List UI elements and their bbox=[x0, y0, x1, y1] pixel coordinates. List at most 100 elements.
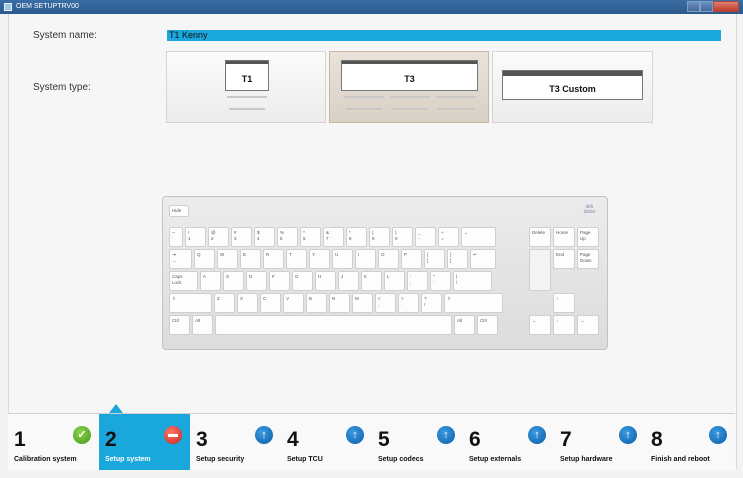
keyboard-key[interactable]: Caps Lock bbox=[169, 271, 198, 291]
keyboard-key[interactable]: ↓ bbox=[553, 315, 575, 335]
keyboard-key[interactable]: Z bbox=[214, 293, 235, 313]
check-icon: ✓ bbox=[73, 426, 91, 444]
keyboard-key[interactable]: @ 2 bbox=[208, 227, 229, 247]
step-setup-codecs[interactable]: 5 ↑ Setup codecs bbox=[372, 414, 463, 470]
keyboard-key[interactable]: Y bbox=[309, 249, 330, 269]
keyboard-key[interactable]: + = bbox=[438, 227, 459, 247]
keyboard-key[interactable]: ! 1 bbox=[185, 227, 206, 247]
keyboard-key[interactable]: U bbox=[332, 249, 353, 269]
keyboard-key[interactable]: ← bbox=[461, 227, 496, 247]
keyboard-key[interactable]: G bbox=[292, 271, 313, 291]
keyboard-key[interactable]: Alt bbox=[192, 315, 213, 335]
hide-keyboard-key[interactable]: Hide bbox=[169, 205, 189, 217]
arrow-up-icon: ↑ bbox=[619, 426, 637, 444]
arrow-up-icon: ↑ bbox=[437, 426, 455, 444]
keyboard-blank-panel bbox=[529, 249, 551, 291]
keyboard-key[interactable]: Alt bbox=[454, 315, 475, 335]
cisco-logo: ılıılı cisco bbox=[583, 204, 595, 215]
keyboard-key[interactable]: O bbox=[378, 249, 399, 269]
keyboard-key[interactable]: ⇥ → bbox=[169, 249, 192, 269]
system-type-t1[interactable]: T1 bbox=[166, 51, 326, 123]
system-name-label: System name: bbox=[33, 30, 97, 41]
keyboard-key[interactable]: ^ 6 bbox=[300, 227, 321, 247]
close-button[interactable] bbox=[713, 1, 739, 12]
keyboard-key[interactable]: B bbox=[306, 293, 327, 313]
keyboard-key[interactable]: J bbox=[338, 271, 359, 291]
setup-steps-bar: 1 ✓ Calibration system 2 Setup system 3 … bbox=[8, 413, 735, 470]
arrow-up-icon: ↑ bbox=[709, 426, 727, 444]
t3-custom-unit-illustration: T3 Custom bbox=[502, 70, 643, 100]
keyboard-key[interactable]: T bbox=[286, 249, 307, 269]
keyboard-key[interactable]: V bbox=[283, 293, 304, 313]
keyboard-key[interactable]: Page Up bbox=[577, 227, 599, 247]
keyboard-key[interactable]: ⇧ bbox=[169, 293, 212, 313]
keyboard-key[interactable]: N bbox=[329, 293, 350, 313]
keyboard-key[interactable]: | \ bbox=[453, 271, 492, 291]
keyboard-key[interactable]: Ctrl bbox=[169, 315, 190, 335]
keyboard-key[interactable]: _ - bbox=[415, 227, 436, 247]
keyboard-key[interactable]: → bbox=[577, 315, 599, 335]
keyboard-key[interactable]: " ' bbox=[430, 271, 451, 291]
keyboard-key[interactable]: Page Down bbox=[577, 249, 599, 269]
keyboard-key[interactable]: ↑ bbox=[553, 293, 575, 313]
keyboard-key[interactable]: L bbox=[384, 271, 405, 291]
keyboard-key[interactable]: ⇧ bbox=[444, 293, 503, 313]
system-type-label: System type: bbox=[33, 82, 91, 93]
keyboard-key[interactable]: Delete bbox=[529, 227, 551, 247]
keyboard-key[interactable]: ← bbox=[529, 315, 551, 335]
step-calibration-system[interactable]: 1 ✓ Calibration system bbox=[8, 414, 99, 470]
keyboard-key[interactable]: H bbox=[315, 271, 336, 291]
system-type-t3-custom[interactable]: T3 Custom bbox=[492, 51, 653, 123]
keyboard-key[interactable]: < , bbox=[375, 293, 396, 313]
keyboard-key[interactable]: Home bbox=[553, 227, 575, 247]
keyboard-key[interactable]: } ] bbox=[447, 249, 468, 269]
step-setup-externals[interactable]: 6 ↑ Setup externals bbox=[463, 414, 554, 470]
keyboard-key[interactable]: K bbox=[361, 271, 382, 291]
step-setup-hardware[interactable]: 7 ↑ Setup hardware bbox=[554, 414, 645, 470]
minus-icon bbox=[164, 426, 182, 444]
keyboard-key[interactable]: ~ ` bbox=[169, 227, 183, 247]
keyboard-key[interactable]: E bbox=[240, 249, 261, 269]
keyboard-key[interactable]: ) 0 bbox=[392, 227, 413, 247]
keyboard-key[interactable] bbox=[215, 315, 452, 335]
keyboard-key[interactable]: # 3 bbox=[231, 227, 252, 247]
keyboard-key[interactable]: C bbox=[260, 293, 281, 313]
system-name-field[interactable]: T1 Kenny bbox=[167, 30, 721, 41]
arrow-up-icon: ↑ bbox=[528, 426, 546, 444]
step-setup-security[interactable]: 3 ↑ Setup security bbox=[190, 414, 281, 470]
step-setup-tcu[interactable]: 4 ↑ Setup TCU bbox=[281, 414, 372, 470]
keyboard-key[interactable]: D bbox=[246, 271, 267, 291]
arrow-up-icon: ↑ bbox=[255, 426, 273, 444]
keyboard-key[interactable]: > . bbox=[398, 293, 419, 313]
keyboard-key[interactable]: S bbox=[223, 271, 244, 291]
keyboard-key[interactable]: End bbox=[553, 249, 575, 269]
keyboard-key[interactable]: : ; bbox=[407, 271, 428, 291]
keyboard-key[interactable]: M bbox=[352, 293, 373, 313]
maximize-button[interactable] bbox=[700, 1, 713, 12]
keyboard-key[interactable]: I bbox=[355, 249, 376, 269]
keyboard-key[interactable]: ↵ bbox=[470, 249, 496, 269]
keyboard-key[interactable]: { [ bbox=[424, 249, 445, 269]
keyboard-key[interactable]: * 8 bbox=[346, 227, 367, 247]
keyboard-key[interactable]: ( 9 bbox=[369, 227, 390, 247]
keyboard-key[interactable]: ? / bbox=[421, 293, 442, 313]
step-finish-and-reboot[interactable]: 8 ↑ Finish and reboot bbox=[645, 414, 735, 470]
keyboard-key[interactable]: P bbox=[401, 249, 422, 269]
keyboard-key[interactable]: A bbox=[200, 271, 221, 291]
keyboard-key[interactable]: % 5 bbox=[277, 227, 298, 247]
system-type-t3[interactable]: T3 bbox=[329, 51, 489, 123]
keyboard-key[interactable]: & 7 bbox=[323, 227, 344, 247]
arrow-up-icon: ↑ bbox=[346, 426, 364, 444]
minimize-button[interactable] bbox=[687, 1, 700, 12]
t3-unit-illustration: T3 bbox=[341, 60, 478, 91]
keyboard-key[interactable]: Q bbox=[194, 249, 215, 269]
keyboard-key[interactable]: F bbox=[269, 271, 290, 291]
keyboard-key[interactable]: X bbox=[237, 293, 258, 313]
keyboard-key[interactable]: $ 4 bbox=[254, 227, 275, 247]
keyboard-key[interactable]: W bbox=[217, 249, 238, 269]
app-icon bbox=[4, 3, 12, 11]
keyboard-key[interactable]: R bbox=[263, 249, 284, 269]
active-step-pointer bbox=[109, 404, 123, 413]
keyboard-key[interactable]: Ctrl bbox=[477, 315, 498, 335]
step-setup-system[interactable]: 2 Setup system bbox=[99, 414, 190, 470]
